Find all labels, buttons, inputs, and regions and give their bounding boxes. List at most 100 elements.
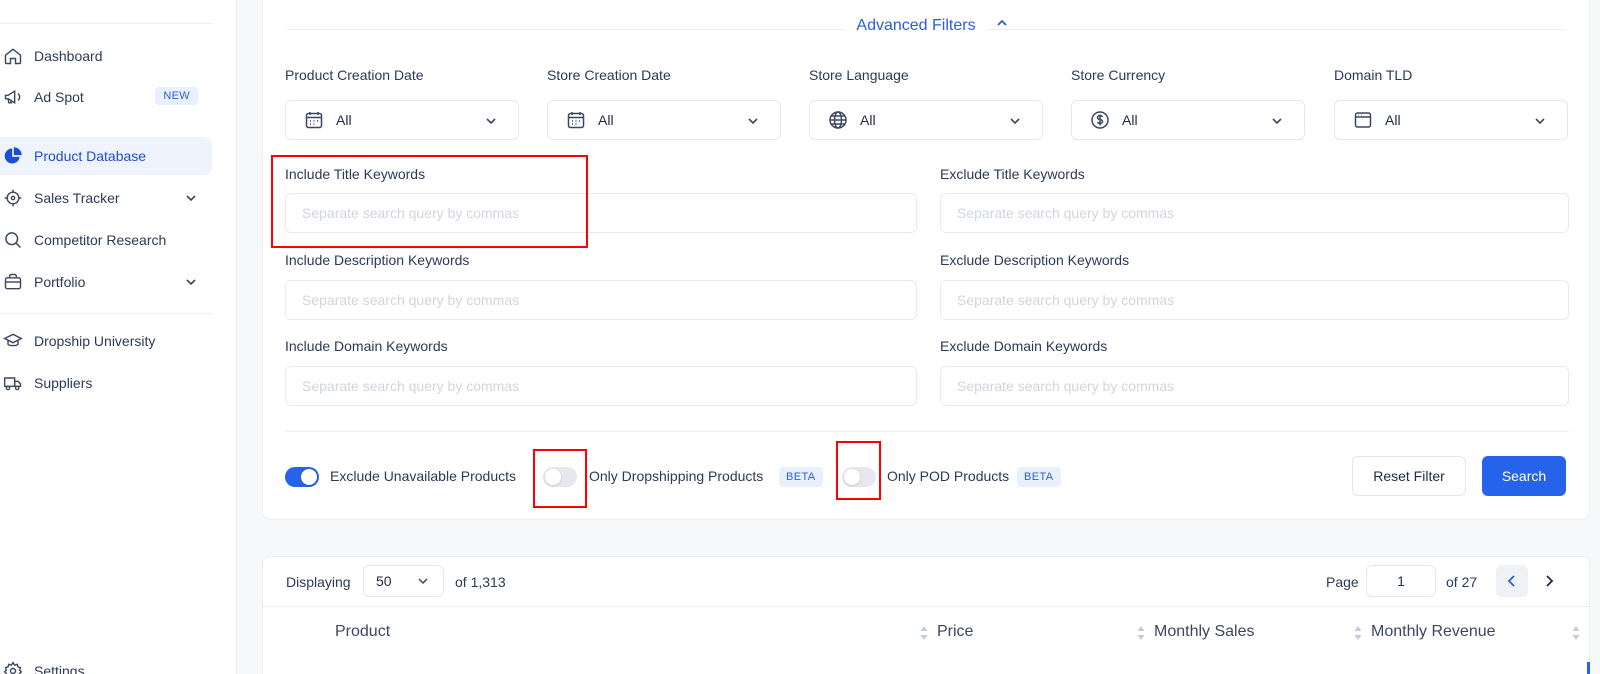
briefcase-icon (2, 271, 24, 293)
gear-icon (2, 660, 24, 674)
dollar-icon (1091, 111, 1109, 129)
advanced-filters-label: Advanced Filters (844, 17, 988, 34)
sidebar-item-label: Portfolio (34, 274, 86, 290)
sidebar-item-label: Dashboard (34, 48, 103, 64)
sidebar-item-label: Dropship University (34, 333, 156, 349)
sort-icon[interactable] (1572, 625, 1580, 641)
only-dropshipping-label: Only Dropshipping Products (589, 468, 764, 484)
search-button[interactable]: Search (1482, 456, 1566, 496)
reset-filter-button[interactable]: Reset Filter (1352, 456, 1466, 496)
exclude-title-keywords-label: Exclude Title Keywords (940, 166, 1085, 182)
home-icon (2, 45, 24, 67)
exclude-domain-keywords-label: Exclude Domain Keywords (940, 338, 1108, 354)
store-language-label: Store Language (809, 67, 909, 83)
truck-icon (2, 372, 24, 394)
domain-tld-select[interactable]: All (1334, 100, 1568, 140)
per-page-value: 50 (376, 573, 392, 589)
sidebar-item-portfolio[interactable]: Portfolio (0, 263, 212, 301)
sort-icon[interactable] (1354, 625, 1362, 641)
sidebar-item-suppliers[interactable]: Suppliers (0, 364, 212, 402)
exclude-description-keywords-input[interactable] (940, 280, 1569, 320)
sort-icon[interactable] (1137, 625, 1145, 641)
chevron-down-icon[interactable] (184, 275, 198, 289)
calendar-icon (567, 112, 585, 129)
calendar-icon (305, 112, 323, 129)
domain-tld-label: Domain TLD (1334, 67, 1413, 83)
chevron-down-icon (748, 118, 758, 125)
store-language-select[interactable]: All (809, 100, 1043, 140)
exclude-domain-keywords-input[interactable] (940, 366, 1569, 406)
chevron-down-icon[interactable] (184, 191, 198, 205)
sort-icon[interactable] (920, 625, 928, 641)
sidebar-item-label: Product Database (34, 148, 147, 164)
store-currency-label: Store Currency (1071, 67, 1166, 83)
sidebar-item-competitor-research[interactable]: Competitor Research (0, 221, 212, 259)
previous-page-button[interactable] (1496, 565, 1528, 597)
chevron-right-icon (1546, 575, 1554, 587)
store-currency-select[interactable]: All (1071, 100, 1305, 140)
sidebar-item-settings[interactable]: Settings (0, 652, 212, 674)
select-value: All (860, 112, 876, 128)
app-root: Dashboard Ad Spot NEW Product Database S… (0, 0, 1600, 674)
advanced-filters-toggle[interactable]: Advanced Filters (263, 17, 1589, 35)
exclude-unavailable-toggle[interactable] (285, 467, 319, 487)
chevron-left-icon (1507, 575, 1515, 587)
beta-badge: BETA (1017, 467, 1061, 487)
column-header-monthly-revenue[interactable]: Monthly Revenue (1371, 623, 1496, 641)
page-label: Page (1326, 574, 1359, 590)
browser-window-icon (1354, 112, 1372, 128)
store-creation-date-label: Store Creation Date (547, 67, 671, 83)
pie-chart-icon (2, 145, 24, 167)
select-value: All (1385, 112, 1401, 128)
include-description-keywords-input[interactable] (285, 280, 917, 320)
chevron-down-icon (486, 118, 496, 125)
next-page-button[interactable] (1533, 565, 1565, 597)
highlight-box (533, 449, 587, 508)
sidebar: Dashboard Ad Spot NEW Product Database S… (0, 0, 237, 674)
column-header-price[interactable]: Price (937, 623, 973, 641)
product-creation-date-select[interactable]: All (285, 100, 519, 140)
search-icon (2, 229, 24, 251)
displaying-label: Displaying (286, 574, 351, 590)
divider (285, 431, 1569, 432)
megaphone-icon (2, 86, 24, 108)
sidebar-item-sales-tracker[interactable]: Sales Tracker (0, 179, 212, 217)
per-page-select[interactable]: 50 (363, 565, 444, 597)
page-number-input[interactable] (1366, 565, 1436, 597)
column-header-product[interactable]: Product (335, 623, 390, 641)
highlight-box (271, 155, 588, 248)
chevron-up-icon (996, 19, 1007, 26)
sidebar-item-dashboard[interactable]: Dashboard (0, 37, 212, 75)
globe-icon (829, 111, 847, 129)
sidebar-divider (0, 313, 212, 314)
scroll-indicator (1587, 662, 1590, 674)
toggle-knob (301, 469, 317, 485)
chevron-down-icon (418, 578, 428, 585)
total-count: of 1,313 (455, 574, 506, 590)
graduation-cap-icon (2, 330, 24, 352)
only-pod-label: Only POD Products (887, 468, 1010, 484)
divider (262, 606, 1590, 607)
page-total: of 27 (1446, 574, 1478, 590)
include-domain-keywords-input[interactable] (285, 366, 917, 406)
sidebar-item-dropship-university[interactable]: Dropship University (0, 322, 212, 360)
select-value: All (1122, 112, 1138, 128)
sidebar-item-product-database[interactable]: Product Database (0, 137, 212, 175)
product-creation-date-label: Product Creation Date (285, 67, 424, 83)
sidebar-item-label: Suppliers (34, 375, 93, 391)
exclude-description-keywords-label: Exclude Description Keywords (940, 252, 1130, 268)
exclude-title-keywords-input[interactable] (940, 193, 1569, 233)
exclude-unavailable-label: Exclude Unavailable Products (330, 468, 516, 484)
sidebar-item-ad-spot[interactable]: Ad Spot NEW (0, 78, 212, 116)
sidebar-divider (0, 23, 212, 24)
new-badge: NEW (155, 87, 198, 105)
column-header-monthly-sales[interactable]: Monthly Sales (1154, 623, 1255, 641)
highlight-box (836, 441, 881, 500)
sidebar-item-label: Settings (34, 663, 85, 674)
beta-badge: BETA (779, 467, 823, 487)
sidebar-item-label: Ad Spot (34, 89, 84, 105)
store-creation-date-select[interactable]: All (547, 100, 781, 140)
chevron-down-icon (1535, 118, 1545, 125)
chevron-down-icon (1272, 118, 1282, 125)
target-icon (2, 187, 24, 209)
